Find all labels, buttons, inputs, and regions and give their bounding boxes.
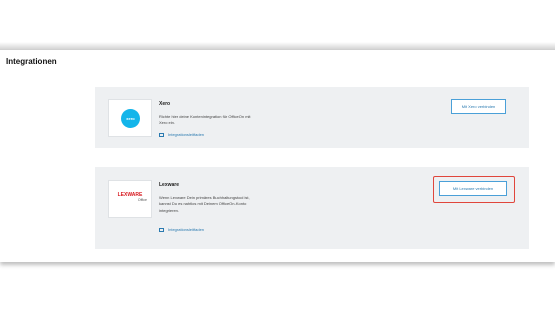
card-description: Wenn Lexware Dein primäres Buchhaltungst… [159,195,250,213]
guide-link-label: Integrationsleitfaden [168,227,205,232]
page-title: Integrationen [6,57,57,66]
book-icon [159,227,164,232]
card-title: Lexware [159,182,180,188]
lexware-logo-icon: LEXWARE Office [113,193,147,203]
book-icon [159,132,164,137]
integration-guide-link[interactable]: Integrationsleitfaden [159,132,204,137]
guide-link-label: Integrationsleitfaden [168,132,205,137]
top-shade [0,0,555,50]
lexware-logo-sub: Office [137,198,147,202]
integration-card-xero: xero Xero Richte hier deine Kontenintegr… [95,87,529,148]
xero-logo-icon: xero [121,109,140,128]
integration-guide-link[interactable]: Integrationsleitfaden [159,227,204,232]
card-description: Richte hier deine Kontenintegration für … [159,114,251,126]
xero-logo-box: xero [108,99,152,137]
card-title: Xero [159,101,171,107]
connect-xero-button[interactable]: Mit Xero verbinden [451,99,506,114]
highlight-box [433,176,515,203]
lexware-logo-box: LEXWARE Office [108,180,152,218]
